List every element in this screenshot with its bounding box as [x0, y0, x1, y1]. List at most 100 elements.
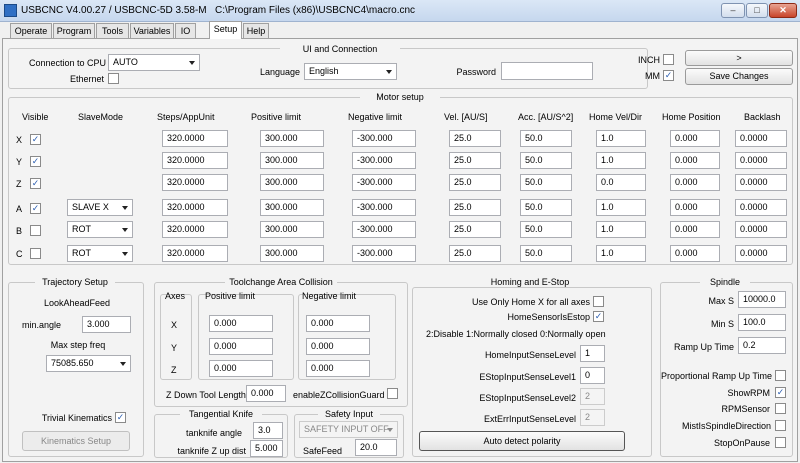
vel-field[interactable]: 25.0: [449, 221, 501, 238]
vel-field[interactable]: 25.0: [449, 152, 501, 169]
vel-field[interactable]: 25.0: [449, 245, 501, 262]
acc-field[interactable]: 50.0: [520, 174, 572, 191]
auto-detect-polarity-button[interactable]: Auto detect polarity: [419, 431, 625, 451]
neglimit-field[interactable]: -300.000: [352, 152, 416, 169]
tab-io[interactable]: IO: [175, 23, 196, 38]
minangle-field[interactable]: 3.000: [82, 316, 131, 333]
neglimit-field[interactable]: -300.000: [352, 221, 416, 238]
homepos-field[interactable]: 0.000: [670, 130, 720, 147]
homepos-field[interactable]: 0.000: [670, 221, 720, 238]
home-level-field[interactable]: 1: [580, 345, 605, 362]
homepos-field[interactable]: 0.000: [670, 199, 720, 216]
acc-field[interactable]: 50.0: [520, 130, 572, 147]
visible-checkbox[interactable]: ✓: [30, 203, 41, 214]
backlash-field[interactable]: 0.0000: [735, 152, 787, 169]
estop1-field[interactable]: 0: [580, 367, 605, 384]
knife-angle-field[interactable]: 3.0: [253, 422, 283, 439]
safety-combo[interactable]: SAFETY INPUT OFF: [299, 421, 398, 438]
slavemode-combo[interactable]: SLAVE X: [67, 199, 133, 216]
ethernet-checkbox[interactable]: [108, 73, 119, 84]
homepos-field[interactable]: 0.000: [670, 174, 720, 191]
backlash-field[interactable]: 0.0000: [735, 199, 787, 216]
use-only-home-checkbox[interactable]: [593, 296, 604, 307]
backlash-field[interactable]: 0.0000: [735, 130, 787, 147]
visible-checkbox[interactable]: ✓: [30, 134, 41, 145]
steps-field[interactable]: 320.0000: [162, 152, 228, 169]
maximize-button[interactable]: □: [746, 3, 768, 18]
slavemode-combo[interactable]: ROT: [67, 245, 133, 262]
showrpm-checkbox[interactable]: ✓: [775, 387, 786, 398]
homepos-field[interactable]: 0.000: [670, 152, 720, 169]
maxstep-combo[interactable]: 75085.650: [46, 355, 131, 372]
safefeed-field[interactable]: 20.0: [355, 439, 397, 456]
homevel-field[interactable]: 0.0: [596, 174, 646, 191]
kinematics-setup-button[interactable]: Kinematics Setup: [22, 431, 130, 451]
homevel-field[interactable]: 1.0: [596, 221, 646, 238]
mm-checkbox[interactable]: ✓: [663, 70, 674, 81]
homevel-field[interactable]: 1.0: [596, 152, 646, 169]
maxs-field[interactable]: 10000.0: [738, 291, 786, 308]
backlash-field[interactable]: 0.0000: [735, 174, 787, 191]
tab-setup[interactable]: Setup: [209, 21, 242, 39]
estop2-field[interactable]: 2: [580, 388, 605, 405]
homepos-field[interactable]: 0.000: [670, 245, 720, 262]
homevel-field[interactable]: 1.0: [596, 130, 646, 147]
visible-checkbox[interactable]: ✓: [30, 178, 41, 189]
neglimit-field[interactable]: -300.000: [352, 174, 416, 191]
slavemode-combo[interactable]: ROT: [67, 221, 133, 238]
steps-field[interactable]: 320.0000: [162, 130, 228, 147]
save-changes-button[interactable]: Save Changes: [685, 68, 793, 85]
homevel-field[interactable]: 1.0: [596, 199, 646, 216]
close-button[interactable]: ✕: [769, 3, 797, 18]
neglimit-field[interactable]: -300.000: [352, 199, 416, 216]
tab-operate[interactable]: Operate: [10, 23, 52, 38]
backlash-field[interactable]: 0.0000: [735, 221, 787, 238]
knife-zup-field[interactable]: 5.000: [250, 440, 283, 457]
vel-field[interactable]: 25.0: [449, 199, 501, 216]
neglimit-field[interactable]: -300.000: [352, 130, 416, 147]
tc-neg-field[interactable]: 0.000: [306, 315, 370, 332]
password-field[interactable]: [501, 62, 593, 80]
tab-tools[interactable]: Tools: [96, 23, 129, 38]
steps-field[interactable]: 320.0000: [162, 174, 228, 191]
visible-checkbox[interactable]: [30, 248, 41, 259]
tab-help[interactable]: Help: [243, 23, 269, 38]
steps-field[interactable]: 320.0000: [162, 221, 228, 238]
visible-checkbox[interactable]: [30, 225, 41, 236]
poslimit-field[interactable]: 300.000: [260, 221, 324, 238]
vel-field[interactable]: 25.0: [449, 174, 501, 191]
tc-pos-field[interactable]: 0.000: [209, 338, 273, 355]
language-combo[interactable]: English: [304, 63, 397, 80]
vel-field[interactable]: 25.0: [449, 130, 501, 147]
home-estop-checkbox[interactable]: ✓: [593, 311, 604, 322]
stop-on-pause-checkbox[interactable]: [775, 437, 786, 448]
poslimit-field[interactable]: 300.000: [260, 174, 324, 191]
poslimit-field[interactable]: 300.000: [260, 199, 324, 216]
tc-pos-field[interactable]: 0.000: [209, 360, 273, 377]
mist-checkbox[interactable]: [775, 420, 786, 431]
next-button[interactable]: >: [685, 50, 793, 66]
tab-variables[interactable]: Variables: [130, 23, 174, 38]
rpmsensor-checkbox[interactable]: [775, 403, 786, 414]
tc-pos-field[interactable]: 0.000: [209, 315, 273, 332]
tab-program[interactable]: Program: [53, 23, 95, 38]
poslimit-field[interactable]: 300.000: [260, 245, 324, 262]
ramp-field[interactable]: 0.2: [738, 337, 786, 354]
steps-field[interactable]: 320.0000: [162, 245, 228, 262]
connection-combo[interactable]: AUTO: [108, 54, 200, 71]
trivial-kinematics-checkbox[interactable]: ✓: [115, 412, 126, 423]
enablez-checkbox[interactable]: [387, 388, 398, 399]
homevel-field[interactable]: 1.0: [596, 245, 646, 262]
acc-field[interactable]: 50.0: [520, 199, 572, 216]
zdown-field[interactable]: 0.000: [246, 385, 286, 402]
backlash-field[interactable]: 0.0000: [735, 245, 787, 262]
tc-neg-field[interactable]: 0.000: [306, 360, 370, 377]
minimize-button[interactable]: –: [721, 3, 745, 18]
neglimit-field[interactable]: -300.000: [352, 245, 416, 262]
visible-checkbox[interactable]: ✓: [30, 156, 41, 167]
poslimit-field[interactable]: 300.000: [260, 130, 324, 147]
tc-neg-field[interactable]: 0.000: [306, 338, 370, 355]
poslimit-field[interactable]: 300.000: [260, 152, 324, 169]
mins-field[interactable]: 100.0: [738, 314, 786, 331]
acc-field[interactable]: 50.0: [520, 245, 572, 262]
